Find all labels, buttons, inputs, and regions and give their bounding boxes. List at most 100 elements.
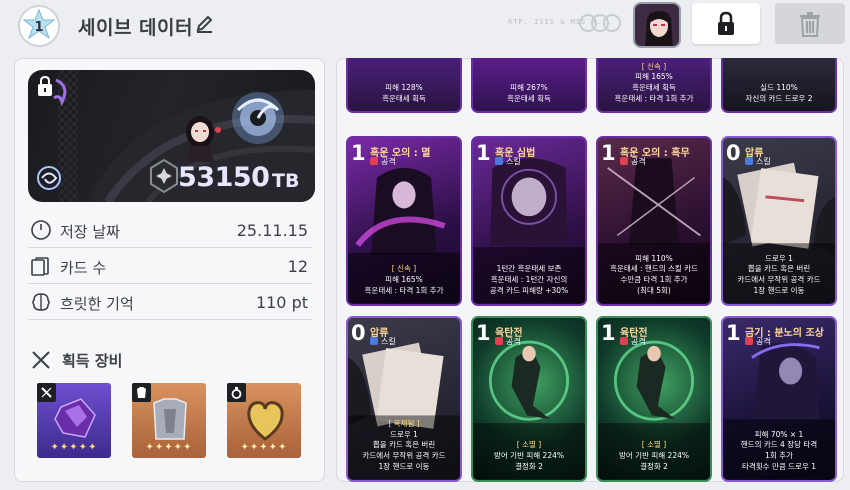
card[interactable]: 1 흑운 오의 : 흑무 공격 피해 110% 흑운태세 : 핸드의 스킬 카드 수… [596, 136, 712, 306]
card-desc-line: 피해 165% [385, 275, 423, 285]
card-cost: 1 [601, 321, 616, 345]
crossed-swords-icon [32, 351, 50, 369]
card-cost: 0 [726, 141, 741, 165]
card-desc-line: 핸드의 카드 4 장당 타격 [740, 440, 818, 450]
card-partial[interactable]: [ 신속 ] 피해 165% 흑운태세 획득 흑운태세 : 타격 1회 추가 [596, 58, 712, 113]
card-desc-line: 결정화 2 [515, 462, 543, 472]
stat-row-faded-memory: 흐릿한 기억 110 pt [28, 284, 312, 320]
cards-icon [31, 257, 49, 276]
card[interactable]: 1 육탄전 공격 [ 소멸 ] 방어 기반 피해 224% 결정화 2 [596, 316, 712, 482]
card-type: 공격 [756, 337, 771, 346]
stat-label: 카드 수 [60, 259, 107, 277]
rings-decoration-icon [579, 14, 621, 32]
card[interactable]: 1 흑운 심법 스킬 1턴간 흑운태세 보존 흑운태세 : 1턴간 자신의 공격 카… [471, 136, 587, 306]
stat-value: 25.11.15 [236, 221, 308, 240]
score-unit: TB [272, 170, 300, 192]
delete-button[interactable] [775, 3, 845, 44]
card[interactable]: 0 압류 스킬 드로우 1 뽑을 카드 혹은 버린 카드에서 무작위 공격 카드 1장… [721, 136, 837, 306]
equipment-slot[interactable]: ✦✦✦✦✦ [227, 383, 301, 458]
spiral-emblem-icon [37, 166, 61, 190]
character-thumbnail[interactable] [633, 2, 681, 48]
card-keyword: [ 소멸 ] [516, 440, 542, 450]
card-desc-line: 뽑을 카드 혹은 버린 [747, 264, 811, 274]
stat-label: 흐릿한 기억 [60, 295, 134, 313]
equipment-slot[interactable]: ✦✦✦✦✦ [132, 383, 206, 458]
card-desc-line: 흑운태세 : 타격 1회 추가 [614, 94, 694, 104]
slot-number: 1 [34, 20, 43, 35]
chest-armor-icon [153, 398, 187, 440]
card-cost: 1 [476, 321, 491, 345]
crystal-gem-icon [54, 398, 96, 438]
attack-type-icon [495, 337, 503, 345]
clock-icon [31, 220, 51, 240]
card-keyword: [ 소멸 ] [641, 440, 667, 450]
card-desc-line: 1장 핸드로 이동 [378, 462, 430, 472]
stat-row-card-count: 카드 수 12 [28, 248, 312, 284]
brain-icon [32, 293, 50, 311]
card-desc-line: 피해 110% [635, 253, 673, 263]
stat-value: 12 [287, 257, 308, 276]
card-desc-line: 자신의 카드 드로우 2 [745, 94, 813, 104]
page-title: 세이브 데이터 [78, 17, 193, 39]
card-desc-line: 방어 기반 피해 224% [619, 451, 689, 461]
card-desc-line: 흑운태세 획득 [507, 94, 551, 104]
card-desc-line: 결정화 2 [640, 462, 668, 472]
skill-type-icon [745, 157, 753, 165]
lock-icon [718, 11, 734, 35]
card-type: 스킬 [506, 157, 521, 166]
equipment-title: 획득 장비 [62, 352, 123, 370]
card-desc-line: 1장 핸드로 이동 [753, 286, 805, 296]
card[interactable]: 0 압류 스킬 [ 복제됨 ] 드로우 1 뽑을 카드 혹은 버린 카드에서 무작위 … [346, 316, 462, 482]
stat-label: 저장 날짜 [60, 223, 120, 241]
card-desc-line: 카드에서 무작위 공격 카드 [362, 451, 446, 461]
card-desc-line: 흑운태세 : 1턴간 자신의 [490, 275, 568, 285]
card-type: 스킬 [756, 157, 771, 166]
card-desc-line: 방어 기반 피해 224% [494, 451, 564, 461]
trash-icon [800, 11, 820, 37]
equipment-stars: ✦✦✦✦✦ [145, 442, 193, 453]
skill-type-icon [370, 337, 378, 345]
card-desc-line: 드로우 1 [765, 253, 793, 263]
golden-heart-icon [247, 401, 284, 441]
card[interactable]: 1 육탄전 공격 [ 소멸 ] 방어 기반 피해 224% 결정화 2 [471, 316, 587, 482]
card-desc-line: 피해 70% × 1 [754, 429, 804, 439]
card-desc-line: 카드에서 무작위 공격 카드 [737, 275, 821, 285]
card-desc-line: 흑운태세 획득 [632, 83, 676, 93]
card-keyword: [ 신속 ] [641, 61, 667, 71]
card[interactable]: 1 금기 : 분노의 조상 공격 피해 70% × 1 핸드의 카드 4 장당 타… [721, 316, 837, 482]
card-desc-line: (최대 5회) [637, 286, 671, 296]
card-cost: 1 [351, 141, 366, 165]
card-cost: 0 [351, 321, 366, 345]
card-desc-line: 1회 추가 [765, 451, 793, 461]
card-cost: 1 [476, 141, 491, 165]
card-desc-line: 피해 128% [385, 83, 423, 93]
attack-type-icon [620, 337, 628, 345]
card-desc-line: 피해 165% [635, 72, 673, 82]
score-value: 53150 [178, 162, 270, 193]
lock-button[interactable] [692, 3, 760, 44]
card-type: 공격 [381, 157, 396, 166]
card-cost: 1 [726, 321, 741, 345]
card-desc-line: 수만큼 타격 1회 추가 [620, 275, 688, 285]
card-cost: 1 [601, 141, 616, 165]
stat-row-save-date: 저장 날짜 25.11.15 [28, 212, 312, 248]
card-desc-line: 흑운태세 획득 [382, 94, 426, 104]
card-desc-line: 드로우 1 [390, 429, 418, 439]
equipment-stars: ✦✦✦✦✦ [240, 442, 288, 453]
stat-value: 110 pt [255, 293, 308, 312]
card-partial[interactable]: 실드 110% 자신의 카드 드로우 2 [721, 58, 837, 113]
equipment-stars: ✦✦✦✦✦ [50, 442, 98, 453]
card-desc-line: 흑운태세 : 핸드의 스킬 카드 [610, 264, 698, 274]
card-partial[interactable]: 피해 128% 흑운태세 획득 [346, 58, 462, 113]
equipment-slot[interactable]: ✦✦✦✦✦ [37, 383, 111, 458]
locked-save-icon [38, 76, 67, 107]
card-desc-line: 1턴간 흑운태세 보존 [496, 264, 562, 274]
card-desc-line: 공격 카드 피해량 +30% [489, 286, 569, 296]
card-desc-line: 뽑을 카드 혹은 버린 [372, 440, 436, 450]
card[interactable]: 1 흑운 오의 : 멸 공격 [ 신속 ] 피해 165% 흑운태세 : 타격 1회… [346, 136, 462, 306]
card-type: 공격 [631, 337, 646, 346]
card-keyword: [ 복제됨 ] [388, 418, 420, 428]
card-partial[interactable]: 피해 267% 흑운태세 획득 [471, 58, 587, 113]
card-keyword: [ 신속 ] [391, 264, 417, 274]
edit-pencil-icon[interactable] [195, 14, 215, 34]
